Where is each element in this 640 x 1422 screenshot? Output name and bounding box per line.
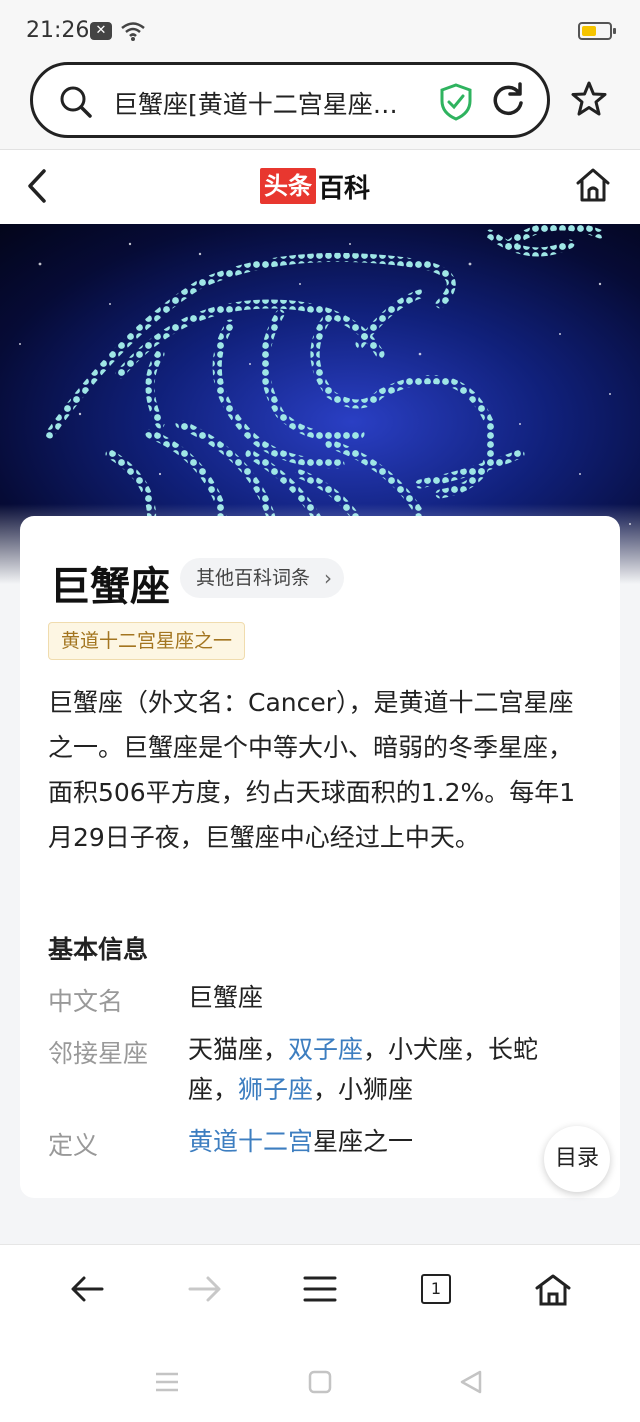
other-entries-button[interactable]: 其他百科词条 › (180, 558, 345, 598)
leo-link[interactable]: 狮子座 (238, 1075, 313, 1104)
system-nav-bar (0, 1340, 640, 1422)
page-header: 头条 百科 (0, 150, 640, 224)
home-icon[interactable] (574, 166, 612, 204)
chevron-right-icon: › (324, 566, 333, 590)
info-value-chinese-name: 巨蟹座 (188, 983, 264, 1012)
toutiao-baike-logo[interactable]: 头条 百科 (260, 168, 370, 204)
gemini-link[interactable]: 双子座 (288, 1035, 363, 1064)
logo-part2: 百科 (318, 173, 371, 204)
page-title: 巨蟹座 (50, 564, 170, 610)
status-bar: 21:26 ✕ (0, 0, 640, 62)
category-tag[interactable]: 黄道十二宫星座之一 (48, 622, 246, 660)
status-time: 21:26 (26, 18, 90, 43)
address-bar[interactable]: 巨蟹座[黄道十二宫星座之一] (30, 62, 550, 138)
logo-part1: 头条 (260, 168, 316, 204)
home-square-icon[interactable] (308, 1370, 332, 1394)
refresh-icon[interactable] (489, 81, 527, 119)
bookmark-star-icon[interactable] (570, 80, 608, 118)
tabs-count-button[interactable]: 1 (421, 1274, 451, 1304)
definition-text: 星座之一 (313, 1127, 414, 1156)
close-box-icon: ✕ (90, 22, 112, 40)
browser-bottom-nav: 1 (0, 1244, 640, 1340)
adjacent-text: ，小狮座 (313, 1075, 414, 1104)
info-label-chinese-name: 中文名 (48, 987, 124, 1016)
info-label-adjacent: 邻接星座 (48, 1039, 149, 1068)
table-of-contents-button[interactable]: 目录 (544, 1126, 610, 1192)
browser-toolbar: 巨蟹座[黄道十二宫星座之一] (0, 62, 640, 150)
info-label-definition: 定义 (48, 1131, 99, 1160)
other-entries-label: 其他百科词条 (196, 567, 311, 589)
summary-text: 巨蟹座（外文名：Cancer），是黄道十二宫星座之一。巨蟹座是个中等大小、暗弱的… (48, 688, 576, 852)
adjacent-text: 天猫座， (188, 1035, 289, 1064)
basic-info-heading: 基本信息 (48, 935, 149, 964)
recent-apps-icon[interactable] (154, 1370, 180, 1394)
menu-icon[interactable] (302, 1273, 338, 1305)
address-text[interactable]: 巨蟹座[黄道十二宫星座之一] (113, 85, 413, 121)
article-card: 巨蟹座 其他百科词条 › 黄道十二宫星座之一 巨蟹座（外文名：Cancer），是… (20, 516, 620, 1198)
wifi-icon (121, 22, 145, 41)
security-shield-icon[interactable] (439, 83, 473, 121)
battery-icon (578, 22, 616, 40)
home-icon[interactable] (534, 1273, 572, 1307)
arrow-back-icon[interactable] (70, 1273, 106, 1305)
info-value-adjacent: 天猫座，双子座，小犬座，长蛇座，狮子座，小狮座 (188, 1030, 588, 1110)
back-triangle-icon[interactable] (458, 1370, 484, 1394)
info-value-definition: 黄道十二宫星座之一 (188, 1122, 588, 1162)
arrow-forward-icon (188, 1276, 221, 1302)
back-chevron-icon[interactable] (22, 168, 52, 204)
zodiac-link[interactable]: 黄道十二宫 (188, 1127, 313, 1156)
search-icon (60, 86, 92, 118)
